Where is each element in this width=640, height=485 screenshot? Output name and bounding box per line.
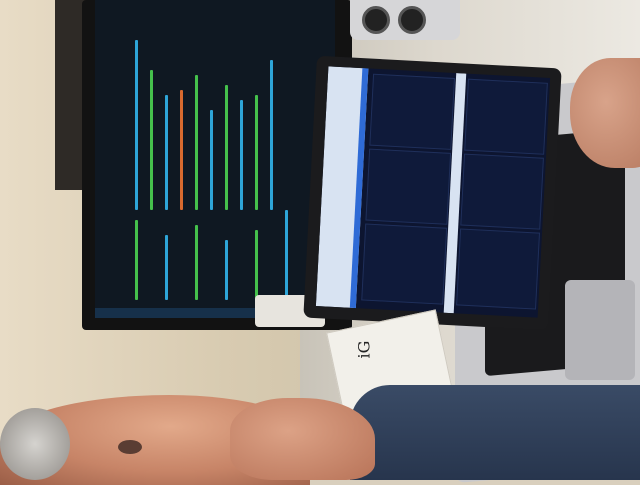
- laptop-panel: [369, 73, 455, 150]
- code-column: [210, 110, 213, 210]
- code-column: [180, 90, 183, 210]
- code-column: [165, 235, 168, 300]
- laptop-panel: [460, 153, 544, 230]
- photo-scene: iG: [0, 0, 640, 485]
- code-column: [240, 100, 243, 210]
- sweater: [350, 385, 640, 480]
- paper-printed-text: iG: [354, 340, 374, 359]
- speaker-cone: [362, 6, 390, 34]
- code-column: [195, 75, 198, 210]
- code-column: [255, 95, 258, 210]
- code-column: [165, 95, 168, 210]
- code-column: [255, 230, 258, 300]
- laptop-panel: [464, 78, 548, 155]
- code-column: [150, 70, 153, 210]
- laptop-screen: [315, 66, 551, 318]
- person-hair: [0, 408, 70, 480]
- code-column: [225, 240, 228, 300]
- laptop-panel: [361, 223, 448, 305]
- speaker-cone: [398, 6, 426, 34]
- hand-on-chin: [230, 398, 375, 480]
- monitor-screen: [95, 0, 335, 318]
- speaker: [350, 0, 460, 40]
- laptop-panel: [365, 148, 452, 225]
- code-column: [270, 60, 273, 210]
- code-column: [225, 85, 228, 210]
- code-column: [135, 40, 138, 210]
- code-column: [195, 225, 198, 300]
- code-column: [285, 210, 288, 300]
- laptop-trackpad: [565, 280, 635, 380]
- laptop-panel: [456, 228, 541, 310]
- code-column: [135, 220, 138, 300]
- person-eye: [118, 440, 142, 454]
